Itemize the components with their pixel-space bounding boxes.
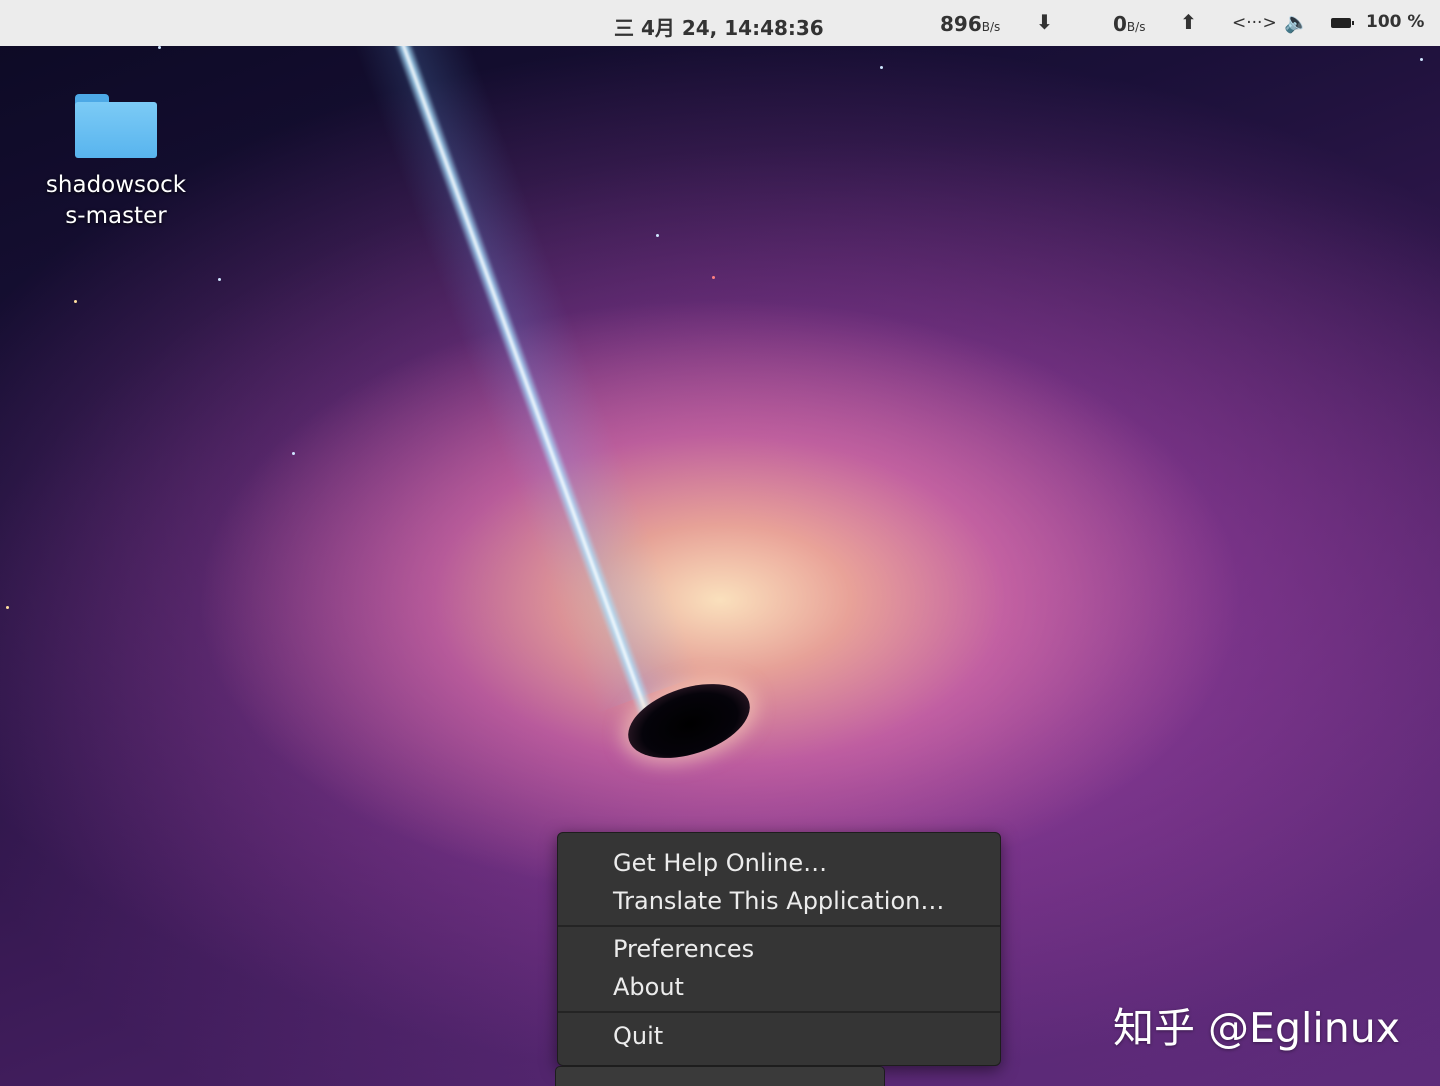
- clock[interactable]: 三 4月 24, 14:48:36: [614, 12, 824, 41]
- menu-item-quit[interactable]: Quit: [613, 1022, 663, 1050]
- desktop-icon-label: shadowsocks-master: [45, 172, 187, 229]
- star: [74, 300, 77, 303]
- menu-separator: [558, 925, 1000, 927]
- watermark: 知乎 @Eglinux: [1113, 1004, 1400, 1052]
- menu-item-translate-application[interactable]: Translate This Application…: [613, 887, 944, 915]
- network-icon[interactable]: <···>: [1232, 13, 1277, 33]
- battery-icon[interactable]: [1331, 18, 1354, 28]
- star: [880, 66, 883, 69]
- upload-speed-unit: B/s: [1126, 20, 1146, 34]
- download-arrow-icon: ⬇: [1036, 10, 1053, 34]
- star: [1420, 58, 1423, 61]
- download-speed-value: 896: [940, 12, 982, 36]
- menu-item-about[interactable]: About: [613, 973, 684, 1001]
- panel-tray-edge: [555, 1066, 885, 1086]
- menu-separator: [558, 1011, 1000, 1013]
- star: [656, 234, 659, 237]
- star: [6, 606, 9, 609]
- menu-item-preferences[interactable]: Preferences: [613, 935, 754, 963]
- star: [158, 46, 161, 49]
- download-speed-unit: B/s: [981, 20, 1001, 34]
- download-speed[interactable]: 896B/s: [940, 12, 1000, 36]
- volume-icon[interactable]: 🔈: [1284, 10, 1309, 34]
- star: [218, 278, 221, 281]
- top-panel: 三 4月 24, 14:48:36 896B/s ⬇ 0B/s ⬆ <···> …: [0, 0, 1440, 46]
- menu-item-get-help-online[interactable]: Get Help Online…: [613, 849, 827, 877]
- app-context-menu: Get Help Online… Translate This Applicat…: [557, 832, 1001, 1066]
- upload-speed[interactable]: 0B/s: [1113, 12, 1145, 36]
- folder-icon: [75, 90, 157, 158]
- upload-arrow-icon: ⬆: [1180, 10, 1197, 34]
- star: [292, 452, 295, 455]
- star: [712, 276, 715, 279]
- upload-speed-value: 0: [1113, 12, 1127, 36]
- battery-percent: 100 %: [1366, 12, 1425, 32]
- desktop-wallpaper: 三 4月 24, 14:48:36 896B/s ⬇ 0B/s ⬆ <···> …: [0, 0, 1440, 1086]
- desktop-icon-shadowsocks-master[interactable]: shadowsocks-master: [40, 90, 192, 232]
